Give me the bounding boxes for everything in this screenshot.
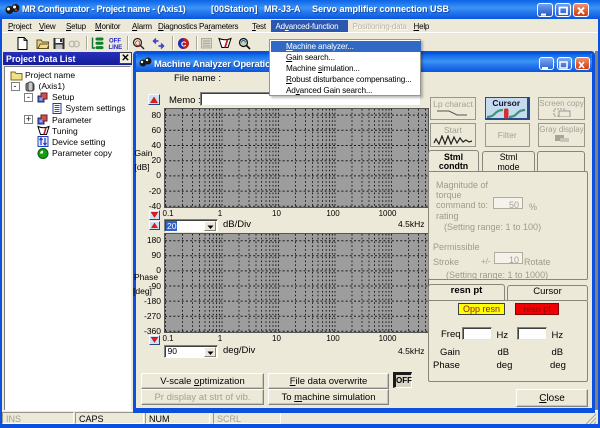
svg-text:OFF: OFF bbox=[109, 39, 121, 45]
svg-text:C: C bbox=[181, 40, 187, 49]
svg-text:Q: Q bbox=[135, 41, 141, 48]
svg-text:LINE: LINE bbox=[109, 45, 123, 50]
